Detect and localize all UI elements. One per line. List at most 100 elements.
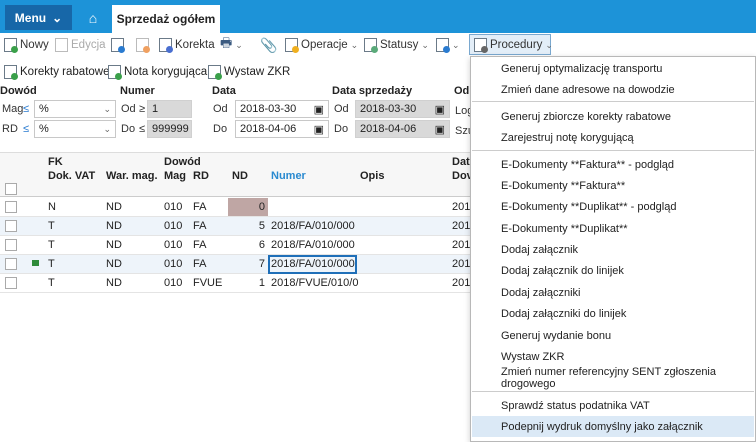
ds-to-input[interactable]: 2018-04-06 ▣ <box>355 120 450 138</box>
cell-war: ND <box>106 239 122 251</box>
print-button[interactable]: 🖶 ⌄ <box>220 35 243 55</box>
data-to-value: 2018-04-06 <box>240 123 297 135</box>
export-button[interactable]: ⌄ <box>436 35 460 55</box>
cell-nd: 5 <box>258 220 265 232</box>
menu-item[interactable]: Dodaj załączniki <box>472 282 754 303</box>
table-row[interactable]: T ND 010 FA 2018/FA/010/000 201 6 <box>0 236 470 255</box>
menu-item[interactable]: Zmień numer referencyjny SENT zgłoszenia… <box>472 366 754 390</box>
group-fk: FK <box>48 156 63 168</box>
rebate-corrections-button[interactable]: Korekty rabatowe <box>4 62 110 82</box>
menu-separator <box>472 391 754 392</box>
cell-rd: FVUE <box>193 277 223 289</box>
menu-item[interactable]: Zmień dane adresowe na dowodzie <box>472 79 754 100</box>
calendar-icon[interactable]: ▣ <box>314 123 324 136</box>
correction-button[interactable]: Korekta <box>159 35 215 55</box>
row-checkbox[interactable] <box>5 220 17 232</box>
cell-nd: 0 <box>228 198 268 216</box>
menu-item[interactable]: Dodaj załącznik do linijek <box>472 260 754 281</box>
mag-value: % <box>39 103 49 115</box>
new-icon <box>4 38 18 53</box>
mag-operator[interactable]: ≤ <box>23 103 29 115</box>
operations-label: Operacje <box>301 39 348 51</box>
cell-nd: 1 <box>258 277 265 289</box>
menu-item[interactable]: Podepnij wydruk domyślny jako załącznik <box>472 416 754 437</box>
row-checkbox[interactable] <box>5 239 17 251</box>
row-checkbox[interactable] <box>5 277 17 289</box>
edit-button[interactable]: Edycja <box>55 35 106 55</box>
menu-item[interactable]: Dodaj załącznik <box>472 239 754 260</box>
gear-icon <box>474 38 488 53</box>
procedure-icon <box>208 65 222 80</box>
new-button[interactable]: Nowy <box>4 35 49 55</box>
menu-item[interactable]: Zarejestruj notę korygującą <box>472 127 754 148</box>
cell-vat: T <box>48 220 55 232</box>
select-all-checkbox[interactable] <box>5 183 17 195</box>
rd-label: RD <box>2 123 18 135</box>
chevron-down-icon: ⌄ <box>350 39 359 50</box>
focused-cell[interactable] <box>268 255 357 274</box>
delete-button[interactable] <box>136 35 150 55</box>
row-checkbox[interactable] <box>5 201 17 213</box>
cell-mag: 010 <box>164 201 183 213</box>
table-row[interactable]: N ND 010 FA 201 0 <box>0 198 470 217</box>
edit-icon <box>55 38 68 52</box>
menu-item[interactable]: Sprawdź status podatnika VAT <box>472 395 754 416</box>
numer-from-value: 1 <box>152 103 159 115</box>
cell-mag: 010 <box>164 239 183 251</box>
calendar-icon[interactable]: ▣ <box>435 123 445 136</box>
cell-war: ND <box>106 220 122 232</box>
rd-operator[interactable]: ≤ <box>23 123 29 135</box>
col-numer[interactable]: Numer <box>271 170 306 182</box>
menu-item[interactable]: E-Dokumenty **Faktura** - podgląd <box>472 154 754 175</box>
menu-button[interactable]: Menu ⌄ <box>5 5 72 30</box>
col-rd[interactable]: RD <box>193 170 209 182</box>
issue-zkr-button[interactable]: Wystaw ZKR <box>208 62 290 82</box>
numer-od-label: Od <box>121 103 136 115</box>
home-icon[interactable]: ⌂ <box>80 5 106 30</box>
table-row[interactable]: T ND 010 FA 2018/FA/010/000 201 5 <box>0 217 470 236</box>
operations-button[interactable]: Operacje ⌄ <box>285 35 358 55</box>
menu-item[interactable]: Wystaw ZKR <box>472 346 754 367</box>
calendar-icon[interactable]: ▣ <box>435 103 445 116</box>
menu-label: Menu <box>14 10 47 25</box>
ds-from-value: 2018-03-30 <box>360 103 417 115</box>
preview-icon <box>111 38 125 53</box>
data-from-input[interactable]: 2018-03-30 ▣ <box>235 100 329 118</box>
col-mag[interactable]: Mag <box>164 170 186 182</box>
mag-select[interactable]: % ⌄ <box>34 100 116 118</box>
col-war-mag[interactable]: War. mag. <box>106 170 158 182</box>
statuses-button[interactable]: Statusy ⌄ <box>364 35 429 55</box>
menu-item[interactable]: Generuj wydanie bonu <box>472 325 754 346</box>
numer-to-input[interactable]: 999999 <box>147 120 192 138</box>
menu-item[interactable]: Generuj zbiorcze korekty rabatowe <box>472 106 754 127</box>
tab-sprzedaz[interactable]: Sprzedaż ogółem <box>112 5 220 33</box>
col-dok-vat[interactable]: Dok. VAT <box>48 170 95 182</box>
ds-do-label: Do <box>334 123 349 135</box>
menu-item[interactable]: Generuj optymalizację transportu <box>472 58 754 79</box>
data-to-input[interactable]: 2018-04-06 ▣ <box>235 120 329 138</box>
cell-war: ND <box>106 258 122 270</box>
menu-item[interactable]: E-Dokumenty **Faktura** <box>472 175 754 196</box>
cell-dat: 201 <box>452 277 471 289</box>
menu-separator <box>472 101 754 102</box>
preview-button[interactable] <box>111 35 125 55</box>
table-row[interactable]: T ND 010 FA 2018/FA/010/000 201 7 <box>0 255 470 274</box>
table-row[interactable]: T ND 010 FVUE 2018/FVUE/010/0 201 1 <box>0 274 470 293</box>
col-nd[interactable]: ND <box>232 170 248 182</box>
menu-item[interactable]: E-Dokumenty **Duplikat** - podgląd <box>472 196 754 217</box>
row-checkbox[interactable] <box>5 258 17 270</box>
menu-item[interactable]: Dodaj załączniki do linijek <box>472 303 754 324</box>
menu-separator <box>472 150 754 151</box>
data-do-label: Do <box>213 123 228 135</box>
correction-note-button[interactable]: Nota korygująca <box>108 62 207 82</box>
col-opis[interactable]: Opis <box>360 170 384 182</box>
ds-from-input[interactable]: 2018-03-30 ▣ <box>355 100 450 118</box>
numer-from-input[interactable]: 1 <box>147 100 192 118</box>
rd-select[interactable]: % ⌄ <box>34 120 116 138</box>
data-od-label: Od <box>213 103 228 115</box>
attach-button[interactable]: 📎 <box>260 35 277 55</box>
rebate-label: Korekty rabatowe <box>20 66 110 78</box>
menu-item[interactable]: E-Dokumenty **Duplikat** <box>472 218 754 239</box>
cell-rd: FA <box>193 239 207 251</box>
calendar-icon[interactable]: ▣ <box>314 103 324 116</box>
